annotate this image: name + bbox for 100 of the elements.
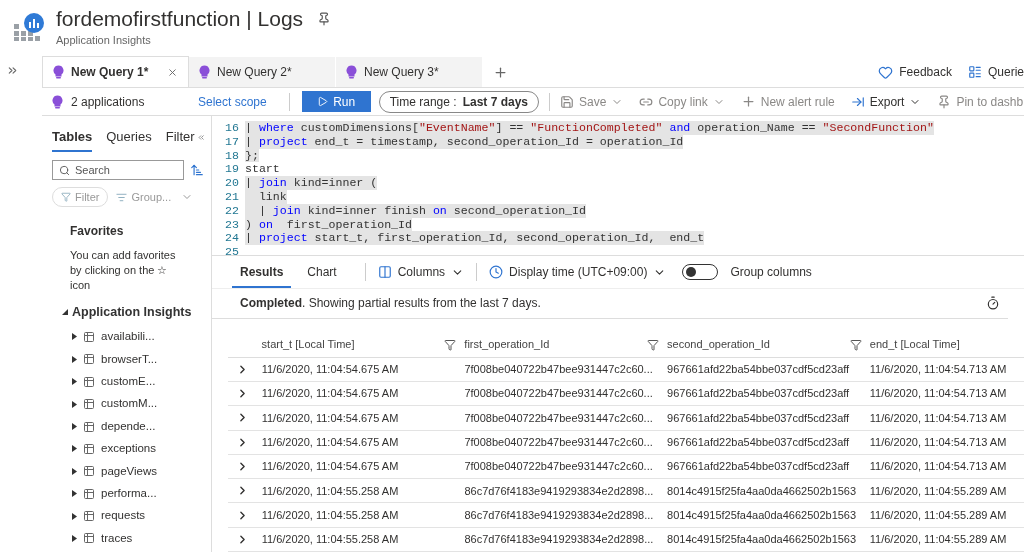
filter-icon <box>647 338 660 351</box>
add-tab-icon[interactable] <box>493 64 508 80</box>
line-number: 21 <box>224 190 240 204</box>
query-tab[interactable]: New Query 3* <box>336 57 483 87</box>
table-item[interactable]: performa... <box>72 482 205 505</box>
table-cell-text: 11/6/2020, 11:04:54.713 AM <box>869 459 1008 475</box>
queries-button[interactable]: Querie <box>967 63 1024 81</box>
run-button[interactable]: Run <box>301 91 371 112</box>
heart-icon <box>878 64 894 80</box>
table-cell-text: 11/6/2020, 11:04:55.258 AM <box>261 507 400 523</box>
lightbulb-icon <box>346 65 357 79</box>
table-cell-text: 86c7d76f4183e9419293834e2d2898... <box>464 532 655 548</box>
table-cell-text: 11/6/2020, 11:04:54.713 AM <box>869 410 1008 426</box>
caret-icon <box>72 378 77 386</box>
table-item[interactable]: browserT... <box>72 348 205 371</box>
column-header[interactable]: first_operation_Id <box>464 336 668 353</box>
results-tab[interactable]: Results <box>232 256 292 289</box>
table-cell-text: 11/6/2020, 11:04:54.713 AM <box>869 362 1008 377</box>
table-cell-text: 11/6/2020, 11:04:55.289 AM <box>869 532 1008 548</box>
table-icon <box>83 353 95 366</box>
lightbulb-icon <box>53 65 64 79</box>
line-number: 24 <box>224 231 240 246</box>
sidebar-tab[interactable]: Filter <box>165 122 195 152</box>
line-number: 20 <box>224 176 240 190</box>
sidebar-tab[interactable]: Queries <box>106 122 152 152</box>
status-message: Completed. Showing partial results from the last 7 days. <box>240 295 542 313</box>
caret-icon <box>72 333 77 341</box>
lightbulb-icon <box>52 94 63 109</box>
table-item[interactable]: requests <box>72 504 205 528</box>
pin-icon <box>937 94 952 109</box>
line-number: 17 <box>224 134 240 149</box>
table-item[interactable]: exceptions <box>72 437 205 461</box>
display-time-button[interactable]: Display time (UTC+09:00) <box>489 263 667 282</box>
table-item[interactable]: customE... <box>72 370 205 393</box>
line-number: 19 <box>224 162 240 177</box>
table-item[interactable]: traces <box>72 527 205 550</box>
favorites-hint: You can add favorites by clicking on the ☆ icon <box>70 248 177 293</box>
filter-icon <box>849 338 862 351</box>
play-icon <box>317 96 329 107</box>
timer-icon <box>986 296 1000 311</box>
page-title: fordemofirstfunction | Logs <box>56 6 304 32</box>
table-cell-text: 8014c4915f25fa4aa0da4662502b1563 <box>667 483 858 499</box>
search-field[interactable]: Search <box>52 160 184 180</box>
line-number: 18 <box>224 148 240 163</box>
close-icon[interactable] <box>167 66 178 78</box>
clock-icon <box>489 265 504 280</box>
column-header[interactable]: end_t [Local Time] <box>869 336 1024 353</box>
query-tab[interactable]: New Query 2* <box>189 57 336 87</box>
sort-icon[interactable] <box>190 163 204 177</box>
table-item[interactable]: availabili... <box>72 325 205 349</box>
query-tab[interactable]: New Query 1* <box>42 56 189 87</box>
column-header[interactable]: second_operation_Id <box>667 336 870 353</box>
feedback-button[interactable]: Feedback <box>878 63 952 81</box>
table-cell-text: 86c7d76f4183e9419293834e2d2898... <box>464 507 655 523</box>
table-item[interactable]: customM... <box>72 392 205 416</box>
table-cell-text: 11/6/2020, 11:04:55.258 AM <box>261 483 400 499</box>
table-icon <box>83 442 95 455</box>
pin-icon[interactable] <box>317 12 332 26</box>
table-item[interactable]: depende... <box>72 415 205 438</box>
caret-icon <box>72 355 77 363</box>
group-columns-label: Group columns <box>730 264 812 282</box>
table-cell-text: 7f008be040722b47bee931447c2c60... <box>464 434 654 450</box>
caret-icon <box>62 309 68 316</box>
table-cell-text: 11/6/2020, 11:04:54.675 AM <box>261 386 400 402</box>
search-icon <box>59 164 70 176</box>
column-header[interactable]: start_t [Local Time] <box>261 336 465 353</box>
filter-icon <box>61 192 71 202</box>
table-cell-text: 7f008be040722b47bee931447c2c60... <box>464 362 654 377</box>
table-icon <box>83 465 95 478</box>
table-cell-text: 11/6/2020, 11:04:54.675 AM <box>261 459 400 475</box>
table-cell-text: 11/6/2020, 11:04:55.289 AM <box>869 483 1008 499</box>
export-button[interactable]: Export <box>850 92 922 111</box>
table-cell-text: 11/6/2020, 11:04:55.258 AM <box>261 532 400 548</box>
select-scope-link[interactable]: Select scope <box>198 92 267 111</box>
columns-button[interactable]: Columns <box>377 263 465 282</box>
table-cell-text: 967661afd22ba54bbe037cdf5cd23aff <box>667 362 851 377</box>
page-subtitle: Application Insights <box>56 33 152 48</box>
expand-icon[interactable] <box>6 64 19 77</box>
columns-icon <box>377 265 392 280</box>
table-cell-text: 11/6/2020, 11:04:54.675 AM <box>261 410 400 426</box>
table-icon <box>83 532 95 545</box>
caret-icon <box>72 423 77 430</box>
sidebar-tab[interactable]: Tables <box>52 122 93 152</box>
table-icon <box>83 487 95 500</box>
line-number: 22 <box>224 203 240 218</box>
table-cell-text: 11/6/2020, 11:04:54.675 AM <box>261 362 400 377</box>
table-icon <box>83 330 95 343</box>
table-icon <box>83 398 95 411</box>
caret-icon <box>72 445 77 453</box>
table-item[interactable]: pageViews <box>72 460 205 483</box>
table-cell-text: 11/6/2020, 11:04:54.713 AM <box>869 434 1008 450</box>
filter-icon <box>444 338 457 351</box>
caret-icon <box>72 400 77 408</box>
table-cell-text: 967661afd22ba54bbe037cdf5cd23aff <box>667 459 851 475</box>
caret-icon <box>72 467 77 475</box>
favorites-heading: Favorites <box>70 223 125 240</box>
results-tab[interactable]: Chart <box>303 256 341 289</box>
caret-icon <box>72 534 77 542</box>
tree-group[interactable]: Application Insights <box>52 303 205 322</box>
list-icon <box>116 191 128 203</box>
